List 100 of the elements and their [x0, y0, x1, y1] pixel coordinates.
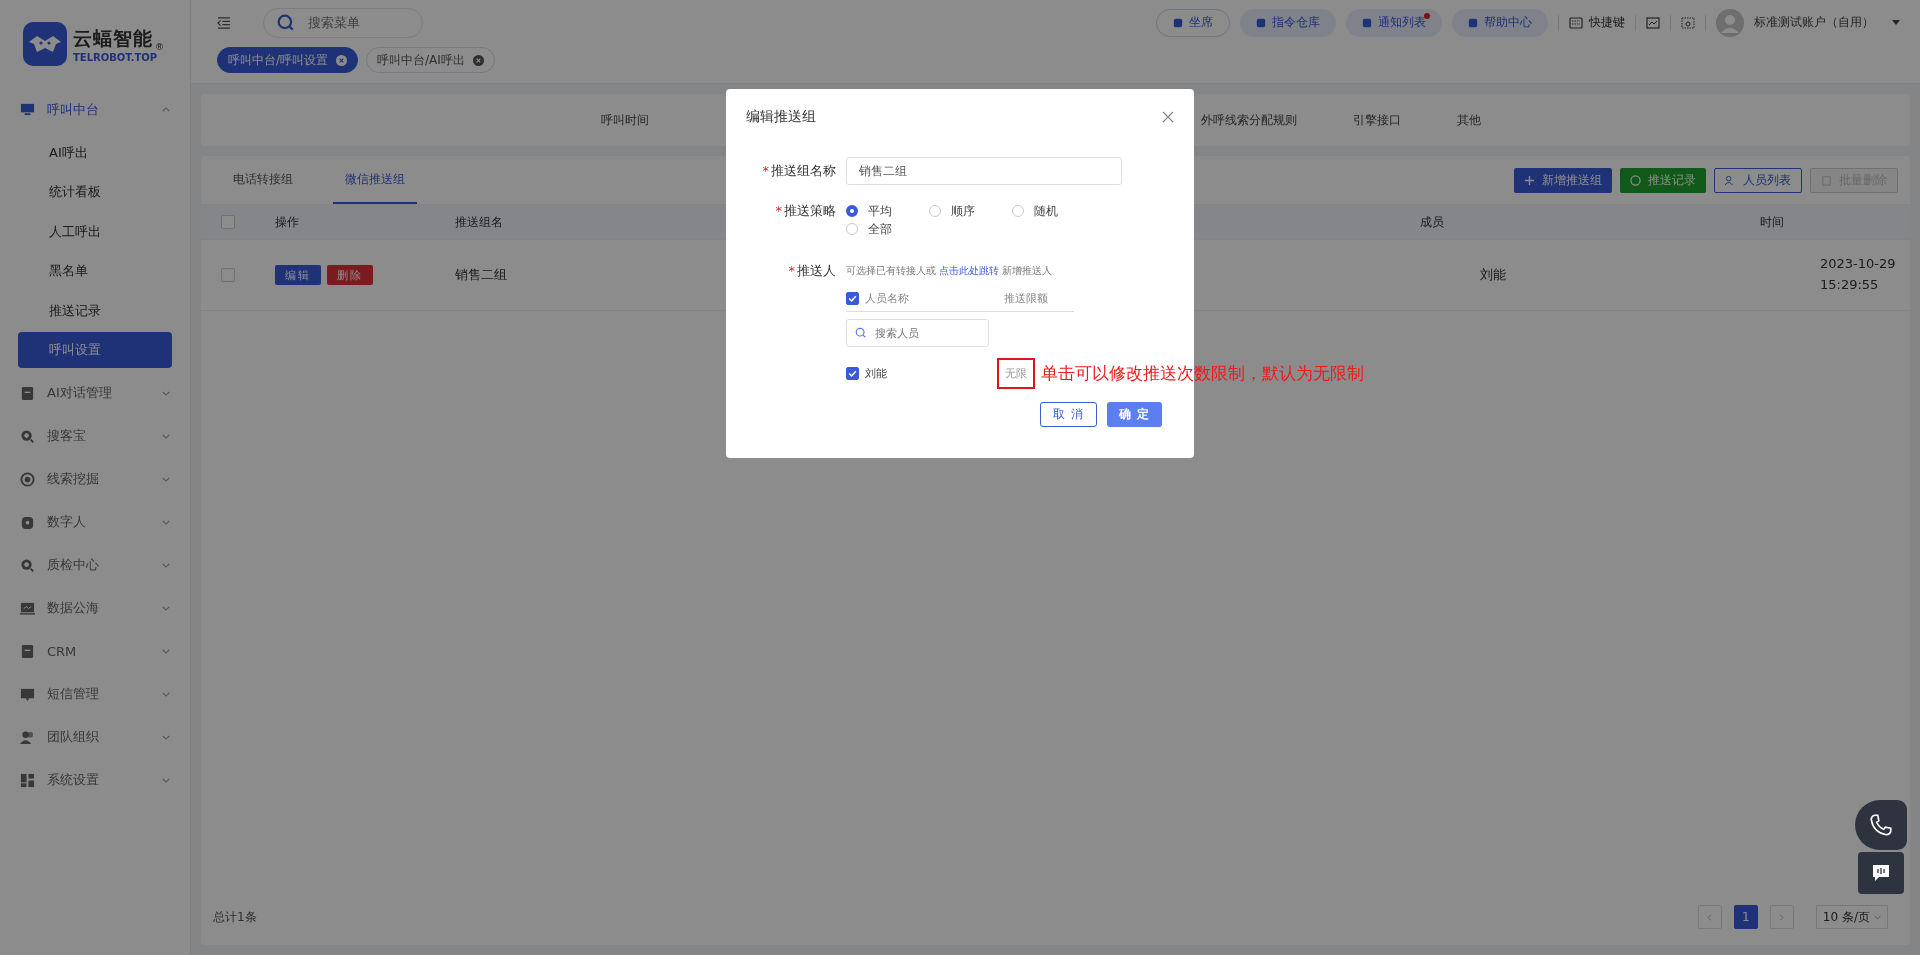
target-icon — [20, 471, 35, 487]
annotation-text: 单击可以修改推送次数限制，默认为无限制 — [1041, 361, 1364, 385]
sidebar-group[interactable]: 数字人 — [0, 500, 190, 544]
sidebar-group[interactable]: 搜客宝 — [0, 414, 190, 458]
field-label: 推送策略 — [784, 203, 836, 218]
chevron-icon — [162, 519, 170, 525]
column-header: 成员 — [1420, 213, 1445, 231]
total-count: 总计1条 — [213, 908, 257, 926]
monitor-icon — [20, 102, 35, 117]
header-button-icon — [1173, 17, 1183, 28]
chart-window-icon[interactable] — [1646, 16, 1660, 29]
dialog-title: 编辑推送组 — [746, 108, 816, 126]
member-checkbox[interactable] — [846, 366, 859, 380]
page-size-select[interactable]: 10 条/页 — [1815, 905, 1888, 929]
search-icon — [20, 428, 35, 444]
column-header: 操作 — [275, 213, 300, 231]
header-button-icon — [1256, 17, 1266, 28]
cancel-button[interactable]: 取 消 — [1040, 402, 1097, 427]
table-cell-text: 刘能 — [1480, 266, 1507, 284]
settings-tab[interactable]: 其他 — [1429, 111, 1509, 129]
field-label: 推送人 — [797, 263, 836, 278]
user-name[interactable]: 标准测试账户（自用） — [1754, 14, 1874, 31]
sidebar-item[interactable]: 呼叫设置 — [18, 332, 172, 368]
member-search-field[interactable]: 搜索人员 — [846, 319, 989, 347]
radio-option[interactable]: 随机 — [1012, 203, 1095, 219]
chevron-left-icon — [1706, 913, 1714, 921]
radio-option[interactable]: 全部 — [846, 221, 929, 237]
column-header: 时间 — [1760, 213, 1785, 231]
row-action-button[interactable]: 编辑 — [275, 265, 321, 285]
table-cell-text: 2023-10-29 15:29:55 — [1820, 255, 1897, 294]
logo-icon — [23, 22, 67, 66]
shortcut-button[interactable]: 快捷键 — [1569, 14, 1625, 31]
settings-tab[interactable]: 呼叫时间 — [573, 111, 677, 129]
chevron-icon — [162, 562, 170, 568]
chevron-icon — [162, 691, 170, 697]
select-all-checkbox[interactable] — [846, 291, 859, 305]
sub-tab[interactable]: 电话转接组 — [221, 156, 305, 204]
sidebar-group[interactable]: 呼叫中台 — [0, 88, 190, 131]
sidebar-group[interactable]: CRM — [0, 629, 190, 673]
sidebar-item[interactable]: 人工呼出 — [18, 213, 172, 250]
required-mark: * — [788, 263, 795, 278]
close-icon[interactable] — [1162, 111, 1174, 123]
sidebar-group[interactable]: 线索挖掘 — [0, 457, 190, 501]
sidebar-group[interactable]: 团队组织 — [0, 715, 190, 759]
sidebar-item[interactable]: AI呼出 — [18, 134, 172, 171]
screenshot-icon[interactable] — [1681, 16, 1695, 29]
header-button[interactable]: 通知列表 — [1346, 8, 1442, 37]
chevron-icon — [162, 107, 170, 112]
search-field[interactable]: 搜索菜单 — [263, 7, 423, 38]
header-button[interactable]: 帮助中心 — [1452, 8, 1548, 37]
member-name: 刘能 — [865, 365, 888, 381]
column-header: 推送限额 — [1004, 290, 1049, 306]
jump-link[interactable]: 点击此处跳转 — [939, 265, 1000, 276]
table-cell-text: 销售二组 — [455, 266, 508, 284]
sidebar-group[interactable]: 系统设置 — [0, 758, 190, 802]
row-checkbox[interactable] — [221, 268, 235, 282]
sidebar-group[interactable]: 数据公海 — [0, 586, 190, 630]
radio-button[interactable] — [846, 205, 858, 217]
sidebar-item[interactable]: 统计看板 — [18, 174, 172, 210]
action-button[interactable]: 新增推送组 — [1514, 167, 1612, 193]
people-icon — [20, 729, 35, 745]
row-action-button[interactable]: 删除 — [327, 265, 373, 285]
menu-icon[interactable] — [217, 16, 231, 29]
header-button-icon — [1468, 17, 1478, 28]
sidebar-group[interactable]: 质检中心 — [0, 543, 190, 587]
settings-tab[interactable]: 引擎接口 — [1325, 111, 1429, 129]
settings-tab[interactable]: 外呼线索分配规则 — [1173, 111, 1325, 129]
required-mark: * — [762, 163, 769, 178]
sidebar-group[interactable]: AI对话管理 — [0, 371, 190, 415]
radio-option[interactable]: 平均 — [846, 203, 929, 219]
header-button[interactable]: 指令仓库 — [1240, 8, 1336, 37]
group-name-field[interactable]: 销售二组 — [846, 157, 1122, 185]
page-tag[interactable]: 呼叫中台/呼叫设置 — [217, 47, 359, 73]
grid-icon — [20, 772, 35, 788]
sidebar-item[interactable]: 推送记录 — [18, 292, 172, 329]
chevron-icon — [1874, 913, 1881, 921]
caret-icon[interactable] — [1892, 20, 1900, 25]
page-button[interactable]: 1 — [1733, 905, 1758, 929]
header-button[interactable]: 坐席 — [1156, 8, 1230, 37]
push-limit-value[interactable]: 无限 — [1005, 365, 1027, 381]
radio-option[interactable]: 顺序 — [929, 203, 1012, 219]
action-icon — [1630, 174, 1641, 186]
field-hint: 可选择已有转接人或 点击此处跳转 新增推送人 — [846, 264, 1054, 278]
required-mark: * — [775, 203, 782, 218]
chevron-icon — [162, 433, 170, 439]
keyboard-icon — [1569, 16, 1583, 29]
confirm-button[interactable]: 确 定 — [1106, 402, 1162, 427]
column-header: 人员名称 — [865, 290, 910, 306]
chat-icon — [1871, 863, 1891, 883]
chart-icon — [20, 600, 35, 616]
sidebar-group[interactable]: 短信管理 — [0, 672, 190, 716]
action-button[interactable]: 推送记录 — [1620, 167, 1706, 193]
close-icon[interactable] — [472, 54, 484, 66]
sidebar-item[interactable]: 黑名单 — [18, 253, 172, 289]
search-icon — [277, 13, 295, 32]
chat-widget[interactable] — [1858, 852, 1904, 894]
chevron-icon — [162, 390, 170, 396]
close-icon[interactable] — [336, 54, 348, 66]
action-button[interactable]: 人员列表 — [1714, 167, 1802, 193]
page-tag[interactable]: 呼叫中台/AI呼出 — [366, 47, 495, 73]
